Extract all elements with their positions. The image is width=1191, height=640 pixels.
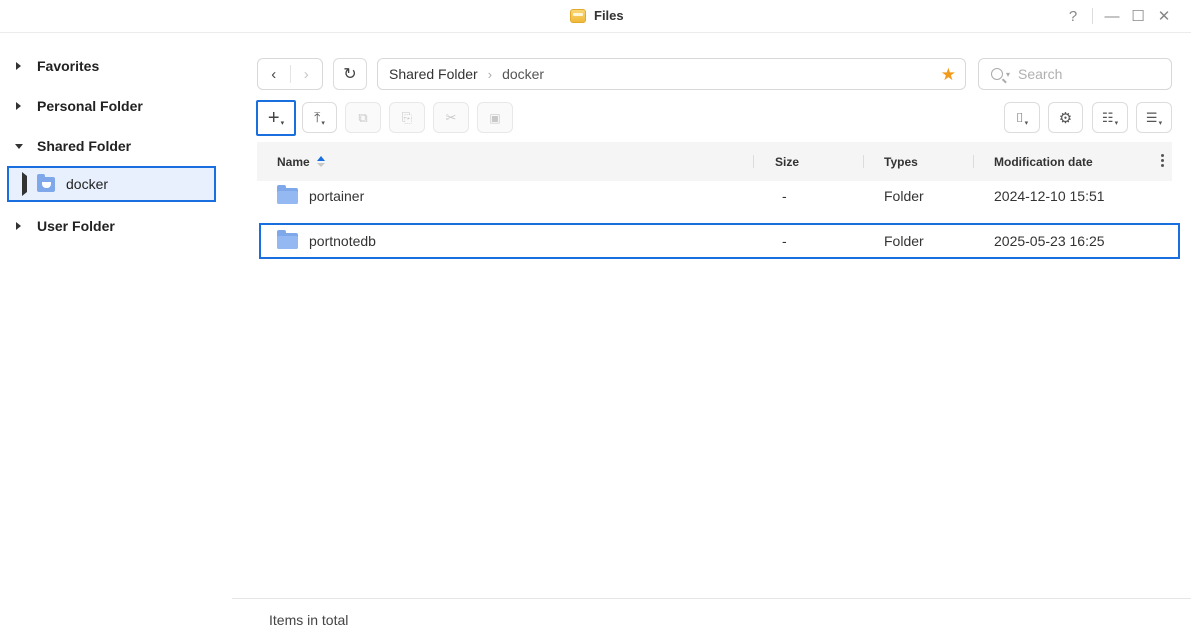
column-label: Name bbox=[277, 154, 310, 169]
expand-caret-icon[interactable] bbox=[14, 222, 23, 231]
column-header-types[interactable]: Types bbox=[884, 142, 918, 181]
clipboard-button[interactable]: ▣ bbox=[477, 102, 513, 133]
dropdown-arrow-icon: ▾ bbox=[1024, 119, 1029, 127]
column-header-modified[interactable]: Modification date bbox=[994, 142, 1093, 181]
size-cell: - bbox=[782, 233, 787, 249]
sidebar-item-user-folder[interactable]: User Folder bbox=[0, 208, 232, 244]
column-header-name[interactable]: Name bbox=[277, 142, 325, 181]
minimize-icon[interactable]: — bbox=[1099, 6, 1125, 26]
plus-icon: + bbox=[267, 106, 280, 129]
window-controls-divider bbox=[1092, 8, 1093, 24]
column-options-icon[interactable] bbox=[1161, 154, 1164, 167]
window-controls: ? — ☐ ✕ bbox=[1060, 6, 1177, 26]
column-divider[interactable] bbox=[863, 155, 864, 168]
table-row[interactable]: portainer - Folder 2024-12-10 15:51 bbox=[257, 180, 1172, 212]
table-row[interactable]: portnotedb - Folder 2025-05-23 16:25 bbox=[259, 223, 1180, 259]
modified-cell: 2025-05-23 16:25 bbox=[994, 233, 1105, 249]
column-divider[interactable] bbox=[753, 155, 754, 168]
column-label: Modification date bbox=[994, 154, 1093, 169]
sort-icon: ☰ bbox=[1145, 109, 1158, 125]
search-box[interactable]: ▾ bbox=[978, 58, 1172, 90]
dropdown-arrow-icon: ▾ bbox=[280, 120, 285, 127]
upload-icon: ⤒ bbox=[314, 109, 321, 125]
files-app-icon bbox=[570, 8, 586, 23]
sidebar-item-favorites[interactable]: Favorites bbox=[0, 48, 232, 84]
cut-button[interactable]: ✂ bbox=[433, 102, 469, 133]
refresh-button[interactable]: ↻ bbox=[333, 58, 367, 90]
sidebar-item-shared-folder[interactable]: Shared Folder bbox=[0, 128, 232, 164]
dropdown-arrow-icon: ▾ bbox=[1158, 119, 1163, 127]
sidebar-item-docker[interactable]: docker bbox=[7, 166, 216, 202]
path-bar[interactable]: Shared Folder › docker ★ bbox=[377, 58, 966, 90]
size-cell: - bbox=[782, 188, 787, 204]
column-label: Size bbox=[775, 154, 800, 169]
forward-button[interactable]: › bbox=[291, 59, 323, 89]
maximize-icon[interactable]: ☐ bbox=[1125, 6, 1151, 26]
table-header: Name Size Types Modification date bbox=[257, 142, 1172, 181]
search-scope-dropdown-icon[interactable]: ▾ bbox=[1006, 70, 1010, 79]
close-icon[interactable]: ✕ bbox=[1151, 6, 1177, 26]
sidebar-item-label: Personal Folder bbox=[37, 98, 143, 114]
dropdown-arrow-icon: ▾ bbox=[1114, 119, 1119, 127]
sidebar-item-label: User Folder bbox=[37, 218, 115, 234]
breadcrumb-current[interactable]: docker bbox=[502, 66, 544, 82]
view-mode-button[interactable]: ☷ ▾ bbox=[1092, 102, 1128, 133]
expand-caret-icon[interactable] bbox=[14, 62, 23, 71]
file-name: portnotedb bbox=[309, 233, 376, 249]
sort-button[interactable]: ☰ ▾ bbox=[1136, 102, 1172, 133]
help-icon[interactable]: ? bbox=[1060, 6, 1086, 26]
sidebar-item-label: Favorites bbox=[37, 58, 100, 74]
window-title: Files bbox=[570, 8, 624, 23]
docker-folder-icon bbox=[37, 173, 55, 192]
main-panel: ‹ › ↻ Shared Folder › docker ★ ▾ +▾ ⤒▾ ⧉… bbox=[232, 34, 1191, 640]
column-header-size[interactable]: Size bbox=[775, 142, 799, 181]
favorite-star-icon[interactable]: ★ bbox=[941, 65, 956, 85]
create-button[interactable]: + ▾ bbox=[256, 100, 296, 136]
column-divider[interactable] bbox=[973, 155, 974, 168]
folder-icon bbox=[277, 185, 298, 204]
name-cell: portnotedb bbox=[277, 225, 376, 257]
back-button[interactable]: ‹ bbox=[258, 59, 290, 89]
sidebar-item-personal-folder[interactable]: Personal Folder bbox=[0, 88, 232, 124]
dropdown-arrow-icon: ▾ bbox=[321, 119, 325, 127]
search-icon bbox=[991, 68, 1003, 80]
breadcrumb-separator-icon: › bbox=[487, 66, 493, 82]
expand-caret-icon[interactable] bbox=[22, 172, 27, 196]
history-nav: ‹ › bbox=[257, 58, 323, 90]
window-title-text: Files bbox=[594, 8, 624, 23]
status-bar: Items in total bbox=[232, 598, 1191, 640]
search-input[interactable] bbox=[1018, 66, 1159, 82]
name-cell: portainer bbox=[277, 180, 364, 212]
sidebar-item-label: docker bbox=[66, 176, 109, 192]
sidebar-item-label: Shared Folder bbox=[37, 138, 132, 154]
folder-icon bbox=[277, 230, 298, 249]
items-total-label: Items in total bbox=[269, 611, 349, 628]
title-bar: Files ? — ☐ ✕ bbox=[0, 0, 1191, 33]
copy-button[interactable]: ⧉ bbox=[345, 102, 381, 133]
settings-button[interactable]: ⚙ bbox=[1048, 102, 1083, 133]
sidebar: Favorites Personal Folder Shared Folder … bbox=[0, 34, 232, 640]
tools-button[interactable]: ⌷ ▾ bbox=[1004, 102, 1040, 133]
column-label: Types bbox=[884, 154, 918, 169]
type-cell: Folder bbox=[884, 188, 924, 204]
modified-cell: 2024-12-10 15:51 bbox=[994, 188, 1105, 204]
upload-button[interactable]: ⤒ ▾ bbox=[302, 102, 337, 133]
file-name: portainer bbox=[309, 188, 365, 204]
expand-caret-icon[interactable] bbox=[14, 102, 23, 111]
list-view-icon: ☷ bbox=[1101, 109, 1114, 125]
collapse-caret-icon[interactable] bbox=[14, 142, 23, 151]
breadcrumb-root[interactable]: Shared Folder bbox=[389, 66, 478, 82]
type-cell: Folder bbox=[884, 233, 924, 249]
briefcase-icon: ⌷ bbox=[1015, 109, 1024, 125]
sort-ascending-icon bbox=[316, 156, 325, 167]
paste-button[interactable]: ⎘ bbox=[389, 102, 425, 133]
